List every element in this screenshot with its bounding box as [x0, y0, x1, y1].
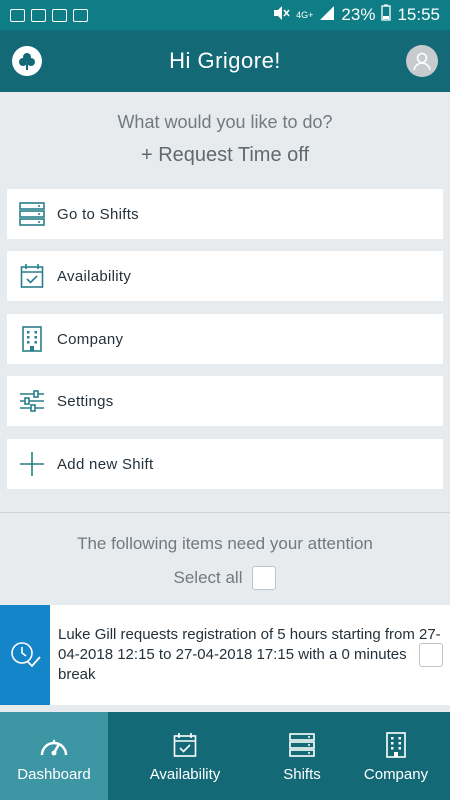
calendar-check-icon — [19, 263, 45, 289]
battery-icon — [381, 4, 392, 26]
gauge-icon — [39, 730, 69, 760]
status-bar: 4G+ 23% 15:55 — [0, 0, 450, 30]
select-all-label: Select all — [173, 568, 243, 587]
app-header: Hi Grigore! — [0, 30, 450, 92]
network-type: 4G+ — [296, 9, 314, 20]
clock: 15:55 — [397, 5, 440, 24]
action-prompt: What would you like to do? — [117, 112, 333, 132]
page-title: Hi Grigore! — [169, 48, 281, 73]
user-icon[interactable] — [406, 45, 438, 77]
attention-item[interactable]: Luke Gill requests registration of 5 hou… — [0, 605, 450, 705]
menu-item-label: Go to Shifts — [57, 205, 139, 223]
app-notification-icon — [73, 8, 88, 22]
tab-label: Availability — [149, 765, 221, 783]
select-all-checkbox[interactable] — [252, 566, 277, 590]
tab-label: Dashboard — [17, 765, 91, 783]
clock-check-icon — [0, 605, 50, 705]
menu-item-go-to-shifts[interactable]: Go to Shifts — [7, 189, 443, 239]
request-time-off-button[interactable]: + Request Time off — [0, 144, 450, 167]
menu-item-label: Settings — [57, 392, 114, 410]
camera-notification-icon — [52, 8, 67, 22]
attention-item-checkbox[interactable] — [419, 643, 443, 667]
server-rack-icon — [19, 201, 45, 227]
notification-icons — [10, 8, 88, 22]
building-icon — [381, 730, 411, 760]
select-all-row: Select all — [0, 566, 450, 590]
clover-icon[interactable] — [12, 46, 42, 76]
image-notification-icon — [10, 8, 25, 22]
menu-item-label: Availability — [57, 267, 132, 285]
attention-item-text: Luke Gill requests registration of 5 hou… — [58, 626, 441, 683]
mute-icon — [272, 5, 290, 26]
tab-dashboard[interactable]: Dashboard — [0, 712, 108, 800]
server-rack-icon — [287, 730, 317, 760]
gallery-notification-icon — [31, 8, 46, 22]
attention-title: The following items need your attention — [77, 534, 373, 553]
menu-item-company[interactable]: Company — [7, 314, 443, 364]
battery-percent: 23% — [341, 5, 376, 24]
building-icon — [19, 326, 45, 352]
menu-item-availability[interactable]: Availability — [7, 251, 443, 301]
menu-item-label: Company — [57, 330, 124, 348]
tab-company[interactable]: Company — [342, 712, 450, 800]
plus-icon — [19, 451, 45, 477]
tab-shifts[interactable]: Shifts — [262, 712, 342, 800]
calendar-check-icon — [170, 730, 200, 760]
tab-availability[interactable]: Availability — [108, 712, 262, 800]
sliders-icon — [19, 388, 45, 414]
signal-icon — [319, 5, 335, 26]
tab-label: Company — [363, 765, 429, 783]
section-divider — [0, 512, 450, 513]
tab-label: Shifts — [283, 765, 321, 783]
bottom-tab-bar: Dashboard Availability Shifts Company — [0, 712, 450, 800]
menu-item-label: Add new Shift — [57, 455, 154, 473]
menu-item-settings[interactable]: Settings — [7, 376, 443, 426]
menu-item-add-new-shift[interactable]: Add new Shift — [7, 439, 443, 489]
